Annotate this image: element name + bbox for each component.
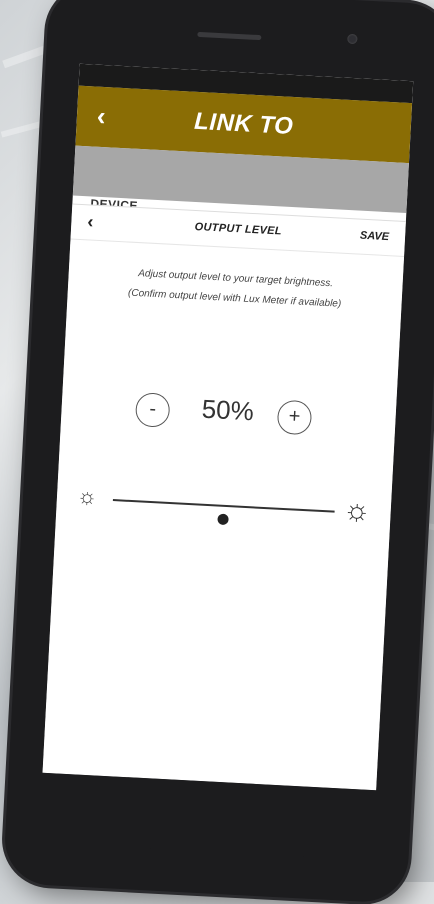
page-title: LINK TO (193, 107, 294, 140)
sun-bright-icon: ☼ (342, 493, 372, 528)
output-level-sheet: ‹ OUTPUT LEVEL SAVE Adjust output level … (42, 203, 406, 791)
brightness-slider[interactable]: ☼ ☼ (56, 482, 392, 539)
increase-button[interactable]: + (276, 399, 313, 436)
screen: ‹ LINK TO DEVICE ‹ OUTPUT LEVEL SAVE Adj… (42, 63, 414, 791)
decrease-button[interactable]: - (134, 392, 171, 428)
sun-dim-icon: ☼ (76, 483, 98, 510)
output-level-value: 50% (201, 393, 255, 427)
save-button[interactable]: SAVE (360, 230, 390, 244)
sheet-title: OUTPUT LEVEL (194, 220, 283, 238)
slider-track[interactable] (112, 499, 335, 526)
slider-thumb[interactable] (217, 513, 229, 526)
phone: ‹ LINK TO DEVICE ‹ OUTPUT LEVEL SAVE Adj… (2, 0, 434, 904)
level-stepper: - 50% + (60, 388, 396, 449)
